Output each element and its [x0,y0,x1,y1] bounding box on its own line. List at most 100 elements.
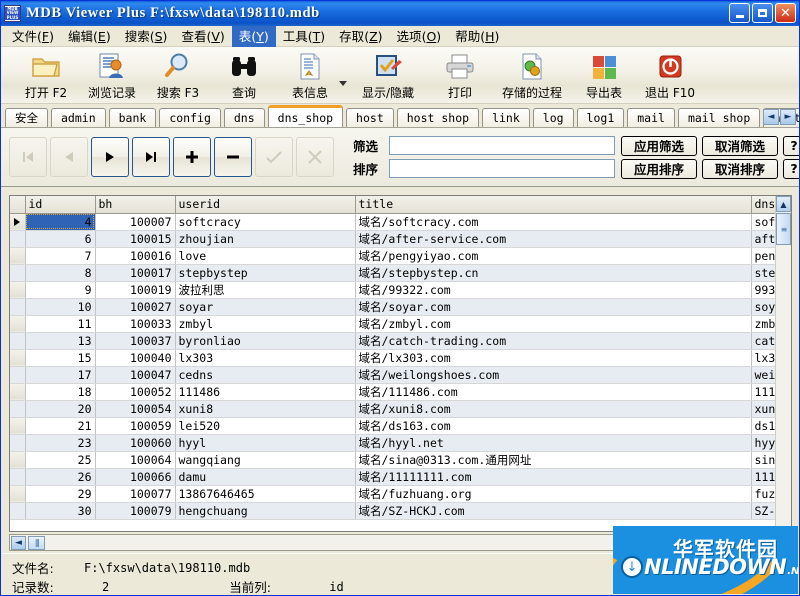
cell-userid[interactable]: 波拉利思 [175,281,356,299]
menu-item-8[interactable]: 选项(O) [390,24,449,48]
table-row[interactable]: 13 100037 byronliao 域名/catch-trading.com cat [10,332,791,350]
cell-bh[interactable]: 100052 [95,383,176,401]
cell-bh[interactable]: 100054 [95,400,176,418]
menu-item-9[interactable]: 帮助(H) [448,24,506,48]
cell-id[interactable]: 29 [25,485,96,503]
menu-item-3[interactable]: 搜索(S) [118,24,175,48]
cell-id[interactable]: 11 [25,315,96,333]
record-selector-cell[interactable] [10,213,26,231]
cell-id[interactable]: 17 [25,366,96,384]
table-row[interactable]: 15 100040 lx303 域名/lx303.com lx3 [10,349,791,367]
cell-title[interactable]: 域名/sina@0313.com.通用网址 [355,451,752,469]
record-selector-cell[interactable] [10,264,26,282]
cell-userid[interactable]: wangqiang [175,451,356,469]
toolbar-tableinfo-button[interactable]: 表信息 [277,49,343,101]
toolbar-exit-button[interactable]: 退出 F10 [637,49,703,101]
cell-userid[interactable]: byronliao [175,332,356,350]
cell-title[interactable]: 域名/after-service.com [355,230,752,248]
cell-userid[interactable]: 13867646465 [175,485,356,503]
cell-title[interactable]: 域名/soyar.com [355,298,752,316]
apply-sort-button[interactable]: 应用排序 [621,158,697,179]
cancel-filter-button[interactable]: 取消筛选 [702,135,778,156]
scroll-left-button[interactable]: ◄ [11,535,26,550]
tab-scroll-right-button[interactable]: ► [780,109,796,125]
record-selector-cell[interactable] [10,451,26,469]
cell-id[interactable]: 10 [25,298,96,316]
table-row[interactable]: 11 100033 zmbyl 域名/zmbyl.com zmb [10,315,791,333]
column-header-userid[interactable]: userid [175,196,356,214]
cell-userid[interactable]: love [175,247,356,265]
delete-record-button[interactable] [214,137,252,177]
last-record-button[interactable] [132,137,170,177]
cell-userid[interactable]: 111486 [175,383,356,401]
table-row[interactable]: 26 100066 damu 域名/11111111.com 111 [10,468,791,486]
cell-title[interactable]: 域名/SZ-HCKJ.com [355,502,752,520]
tab-host[interactable]: host [346,108,394,127]
cell-id[interactable]: 25 [25,451,96,469]
cell-id[interactable]: 30 [25,502,96,520]
toolbar-query-button[interactable]: 查询 [211,49,277,101]
cell-title[interactable]: 域名/hyyl.net [355,434,752,452]
table-row[interactable]: 9 100019 波拉利思 域名/99322.com 993 [10,281,791,299]
cell-id[interactable]: 9 [25,281,96,299]
column-header-id[interactable]: id [25,196,96,214]
cell-bh[interactable]: 100077 [95,485,176,503]
table-row[interactable]: 17 100047 cedns 域名/weilongshoes.com wei [10,366,791,384]
cell-id[interactable]: 23 [25,434,96,452]
cell-id[interactable]: 4 [25,213,96,231]
cell-bh[interactable]: 100060 [95,434,176,452]
table-row[interactable]: 21 100059 lei520 域名/ds163.com ds1 [10,417,791,435]
cell-id[interactable]: 7 [25,247,96,265]
tab-log[interactable]: log [532,108,574,127]
tab-scroll-left-button[interactable]: ◄ [763,109,779,125]
cell-title[interactable]: 域名/lx303.com [355,349,752,367]
cell-bh[interactable]: 100007 [95,213,176,231]
record-selector-cell[interactable] [10,281,26,299]
horizontal-scroll-thumb[interactable]: ||| [28,535,45,550]
tab-dns[interactable]: dns [223,108,265,127]
minimize-button[interactable] [729,3,750,23]
cell-userid[interactable]: zmbyl [175,315,356,333]
cell-userid[interactable]: lei520 [175,417,356,435]
cell-id[interactable]: 26 [25,468,96,486]
toolbar-storedproc-button[interactable]: 存储的过程 [493,49,571,101]
cancel-sort-button[interactable]: 取消排序 [702,158,778,179]
close-button[interactable]: ✕ [775,3,796,23]
cell-bh[interactable]: 100059 [95,417,176,435]
record-selector-cell[interactable] [10,502,26,520]
record-selector-cell[interactable] [10,247,26,265]
toolbar-open-button[interactable]: 打开 F2 [13,49,79,101]
cell-bh[interactable]: 100019 [95,281,176,299]
record-selector-cell[interactable] [10,383,26,401]
toolbar-browse-button[interactable]: 浏览记录 [79,49,145,101]
table-row[interactable]: 20 100054 xuni8 域名/xuni8.com xun [10,400,791,418]
tab-config[interactable]: config [159,108,221,127]
cell-userid[interactable]: xuni8 [175,400,356,418]
cell-id[interactable]: 8 [25,264,96,282]
toolbar-search-button[interactable]: 搜索 F3 [145,49,211,101]
sort-input[interactable] [389,159,615,178]
scroll-up-button[interactable]: ▲ [776,196,791,212]
tab-mail[interactable]: mail [627,108,675,127]
column-header-title[interactable]: title [355,196,752,214]
toolbar-print-button[interactable]: 打印 [427,49,493,101]
tab-bank[interactable]: bank [108,108,157,127]
cell-title[interactable]: 域名/xuni8.com [355,400,752,418]
cell-bh[interactable]: 100066 [95,468,176,486]
maximize-button[interactable] [752,3,773,23]
cell-bh[interactable]: 100015 [95,230,176,248]
table-row[interactable]: 6 100015 zhoujian 域名/after-service.com aft [10,230,791,248]
cell-id[interactable]: 18 [25,383,96,401]
record-selector-cell[interactable] [10,332,26,350]
column-header-bh[interactable]: bh [95,196,176,214]
record-selector-cell[interactable] [10,298,26,316]
tab-host-shop[interactable]: host shop [396,108,480,127]
grid-vertical-scrollbar[interactable]: ▲ ≡ [775,196,791,531]
record-selector-cell[interactable] [10,400,26,418]
cell-title[interactable]: 域名/111486.com [355,383,752,401]
cell-bh[interactable]: 100027 [95,298,176,316]
cell-title[interactable]: 域名/11111111.com [355,468,752,486]
cell-title[interactable]: 域名/zmbyl.com [355,315,752,333]
record-selector-cell[interactable] [10,417,26,435]
record-selector-cell[interactable] [10,468,26,486]
